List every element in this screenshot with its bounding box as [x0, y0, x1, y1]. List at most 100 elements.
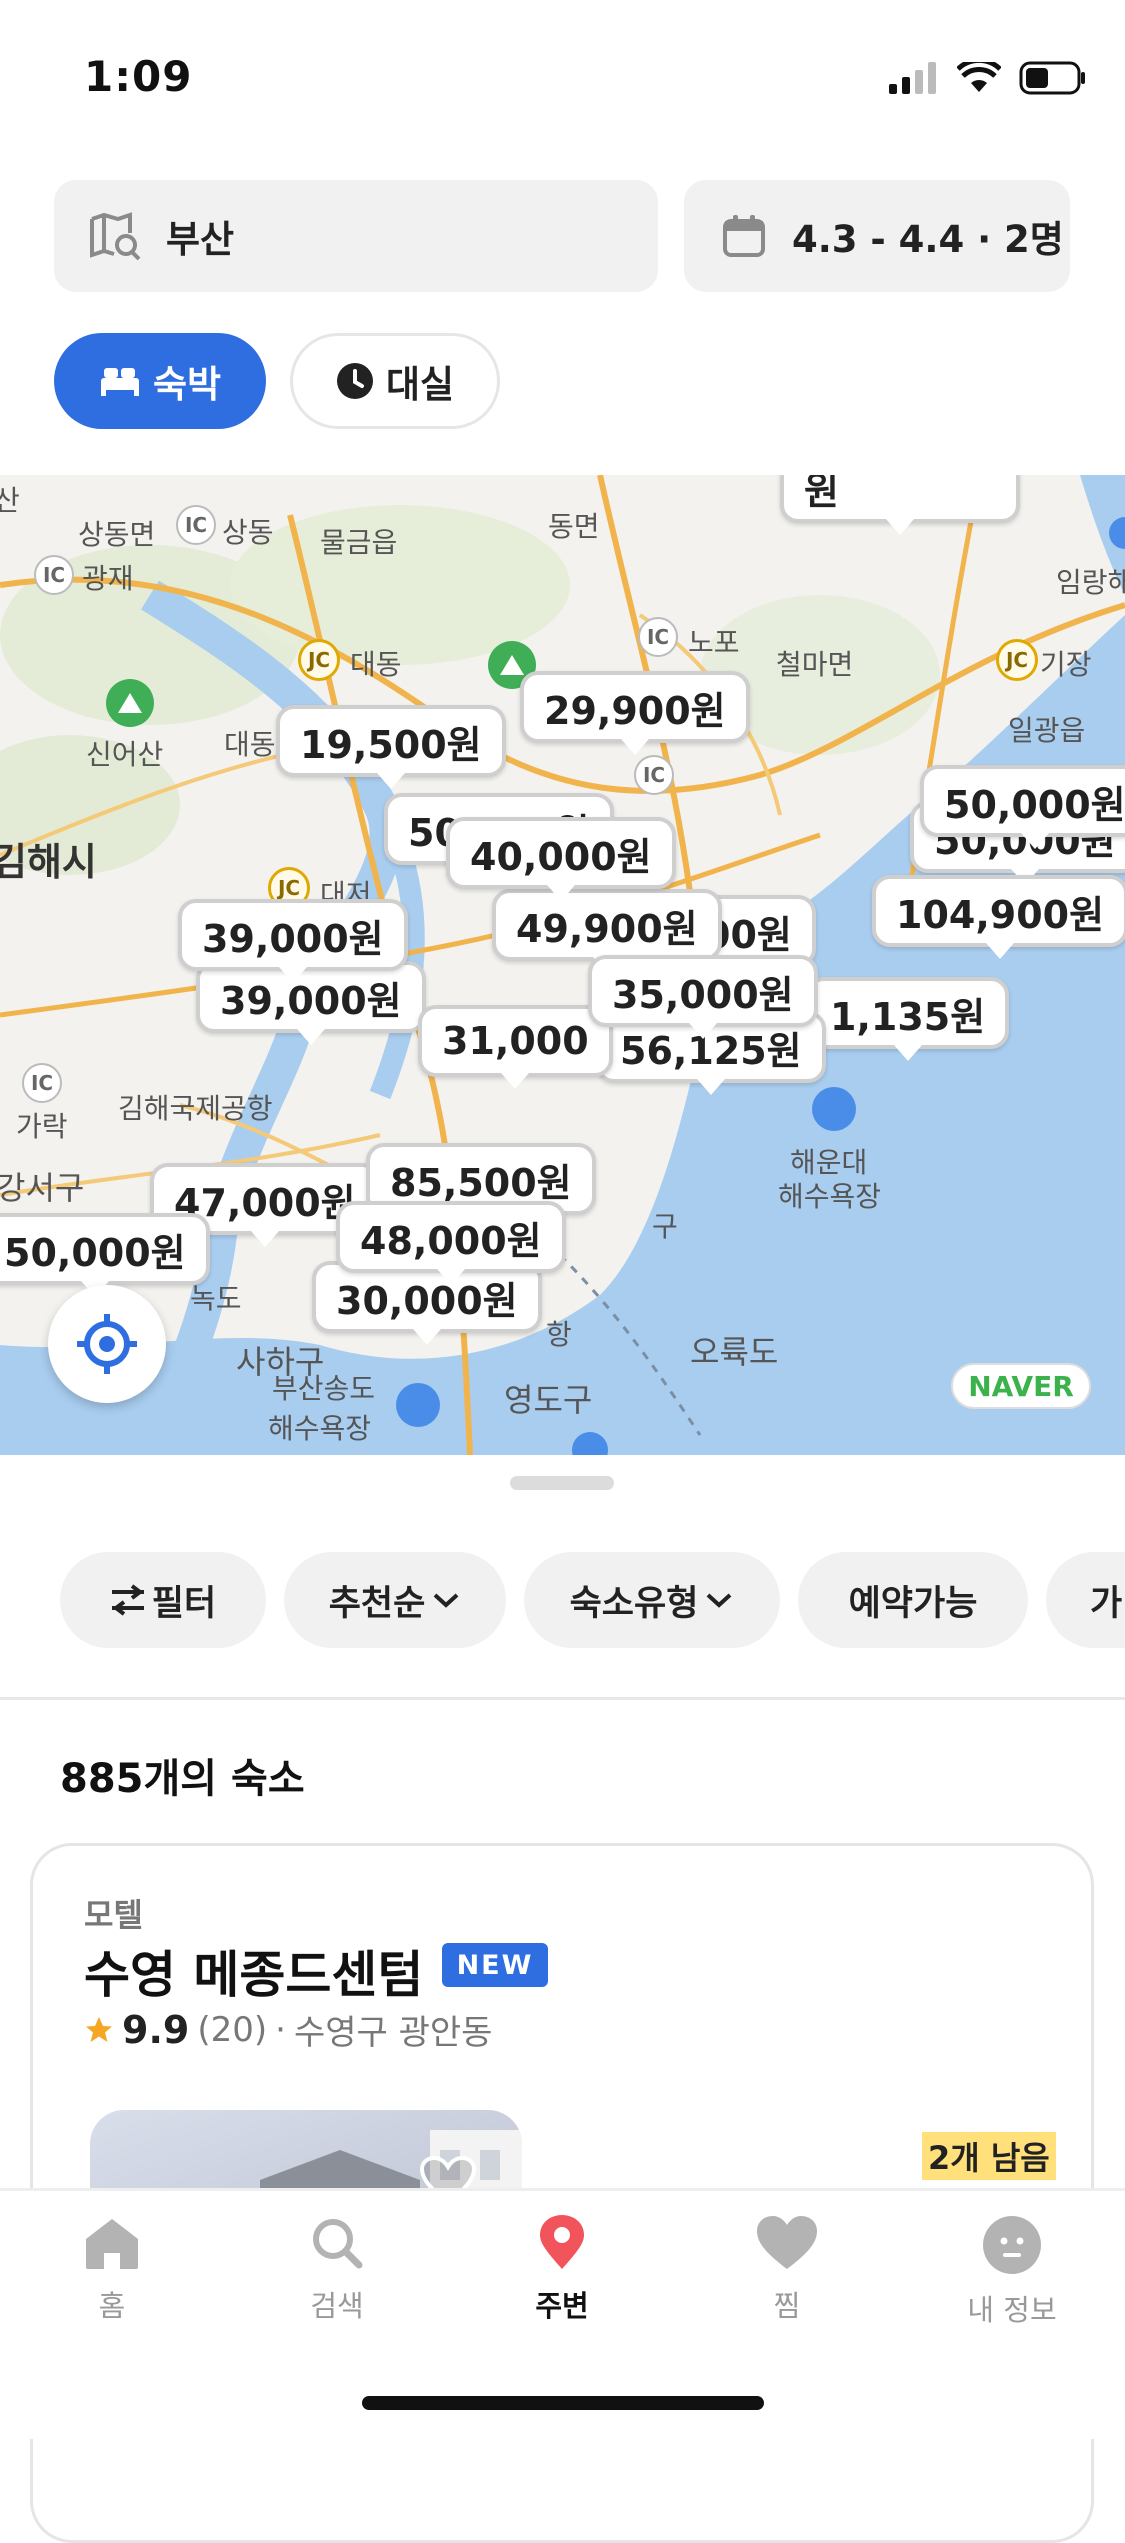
sheet-drag-handle[interactable]: [510, 1476, 614, 1490]
profile-icon: [983, 2216, 1041, 2274]
price-pin-label: 원: [804, 475, 839, 513]
map-place-label: 강서구: [0, 1169, 85, 1207]
home-icon: [86, 2219, 138, 2269]
location-value: 부산: [166, 218, 235, 261]
star-icon: [86, 2016, 112, 2042]
listing-type: 모텔: [84, 1896, 143, 1934]
price-pin[interactable]: 39,000원: [196, 961, 426, 1045]
location-pin-icon: [540, 2215, 584, 2269]
price-pin[interactable]: 104,900원: [872, 875, 1125, 959]
naver-logo: NAVER: [951, 1363, 1091, 1409]
map-place-label: 일광읍: [1008, 714, 1086, 747]
price-pin[interactable]: 19,500원: [276, 705, 506, 789]
price-pin-label: 50,000원: [944, 782, 1125, 827]
available-filter-chip[interactable]: 예약가능: [798, 1552, 1028, 1648]
tab-profile[interactable]: 내 정보: [942, 2215, 1082, 2329]
tab-wishlist-label: 찜: [773, 2289, 801, 2323]
price-filter-label: 가: [1090, 1583, 1123, 1624]
price-pin-label: 1,135원: [830, 994, 986, 1039]
filter-button[interactable]: 필터: [60, 1552, 266, 1648]
price-pin-label: 31,000: [442, 1019, 589, 1063]
location-search-field[interactable]: 부산: [54, 180, 658, 292]
price-pin[interactable]: 39,000원: [178, 899, 408, 983]
stay-type-dropdown[interactable]: 숙소유형: [524, 1552, 780, 1648]
tab-home[interactable]: 홈: [42, 2215, 182, 2325]
sort-dropdown[interactable]: 추천순: [284, 1552, 506, 1648]
junction-icon: JC: [298, 639, 340, 681]
map-place-label: 상동: [222, 516, 274, 549]
stay-type-label: 숙소유형: [569, 1583, 699, 1624]
filter-label: 필터: [151, 1583, 217, 1624]
map-place-label: 오륙도: [690, 1333, 779, 1371]
price-filter-chip[interactable]: 가: [1046, 1552, 1125, 1648]
review-count: (20): [197, 2009, 268, 2050]
map-place-label: 구: [652, 1210, 678, 1243]
map-place-label: 상동면: [78, 518, 156, 551]
price-pin-label: 48,000원: [360, 1218, 542, 1263]
price-pin[interactable]: 50,000원: [0, 1213, 210, 1297]
price-pin-label: 50,000원: [4, 1230, 186, 1275]
tab-search[interactable]: 검색: [267, 2215, 407, 2325]
interchange-icon: IC: [638, 617, 678, 657]
price-pin[interactable]: 48,000원: [336, 1201, 566, 1285]
map-search-icon: [90, 212, 141, 261]
signal-icon: [889, 62, 936, 94]
price-pin[interactable]: 1,135원: [806, 977, 1010, 1061]
price-pin[interactable]: 49,900원: [492, 889, 722, 973]
remaining-rooms-badge: 2개 남음: [922, 2132, 1056, 2180]
tab-wishlist[interactable]: 찜: [717, 2215, 857, 2325]
price-pin-label: 39,000원: [202, 916, 384, 961]
price-pin[interactable]: 31,000: [418, 1005, 613, 1089]
map-place-label: 가락: [16, 1110, 68, 1143]
price-pin-label: 40,000원: [470, 834, 652, 879]
junction-icon: JC: [996, 639, 1038, 681]
map-place-label: 신어산: [86, 738, 164, 771]
map-place-label: 대동: [350, 648, 402, 681]
current-location-button[interactable]: [48, 1285, 166, 1403]
section-divider: [0, 1697, 1125, 1700]
map-place-label: 해수욕장: [268, 1412, 372, 1445]
map-place-label: 영도구: [504, 1381, 593, 1419]
price-pin[interactable]: 35,000원: [588, 955, 818, 1039]
interchange-icon: IC: [176, 505, 216, 545]
date-guests-field[interactable]: 4.3 - 4.4 · 2명: [684, 180, 1070, 292]
wifi-icon: [957, 62, 1001, 92]
map-place-label: 부산송도: [272, 1372, 376, 1405]
map-place-label: 철마면: [776, 648, 854, 681]
price-pin[interactable]: 원: [780, 475, 1020, 535]
map-place-label: 기장: [1040, 648, 1092, 681]
status-icons: [889, 58, 1087, 98]
map-place-label: 항: [546, 1318, 572, 1351]
price-pin-label: 30,000원: [336, 1278, 518, 1323]
stay-mode-label: 숙박: [152, 363, 222, 406]
rating-score: 9.9: [122, 2007, 190, 2052]
price-pin-label: 39,000원: [220, 978, 402, 1023]
map-base: [0, 475, 1125, 1455]
chevron-down-icon: [707, 1593, 732, 1608]
tab-nearby[interactable]: 주변: [492, 2215, 632, 2325]
stay-mode-button[interactable]: 숙박: [54, 333, 266, 429]
price-pin-label: 85,500원: [390, 1160, 572, 1205]
tab-search-label: 검색: [310, 2289, 364, 2323]
map-place-label: 물금읍: [320, 526, 398, 559]
map-place-label: 노포: [688, 626, 740, 659]
interchange-icon: IC: [634, 755, 674, 795]
price-pin[interactable]: 29,900원: [520, 671, 750, 755]
price-pin-label: 49,900원: [516, 906, 698, 951]
price-pin[interactable]: 40,000원: [446, 817, 676, 901]
crosshair-icon: [77, 1314, 137, 1374]
bed-icon: [100, 368, 139, 396]
map-place-label: 산: [0, 484, 20, 517]
listing-name: 수영 메종드센텀: [84, 1946, 424, 2004]
price-pin[interactable]: 50,000원: [920, 765, 1125, 849]
clock-icon: [336, 363, 373, 399]
hourly-mode-button[interactable]: 대실: [290, 333, 500, 429]
tab-home-label: 홈: [98, 2289, 126, 2323]
map-place-label: 광재: [82, 562, 134, 595]
map-view[interactable]: 산 상동면 상동 물금읍 동면 임랑해 광재 대동 노포 철마면 기장 신어산 …: [0, 475, 1125, 1455]
new-badge: NEW: [442, 1943, 548, 1987]
price-pin-label: 104,900원: [896, 892, 1105, 937]
calendar-icon: [723, 215, 765, 257]
map-place-label: 임랑해: [1056, 566, 1125, 599]
map-place-label: 동면: [548, 510, 600, 543]
